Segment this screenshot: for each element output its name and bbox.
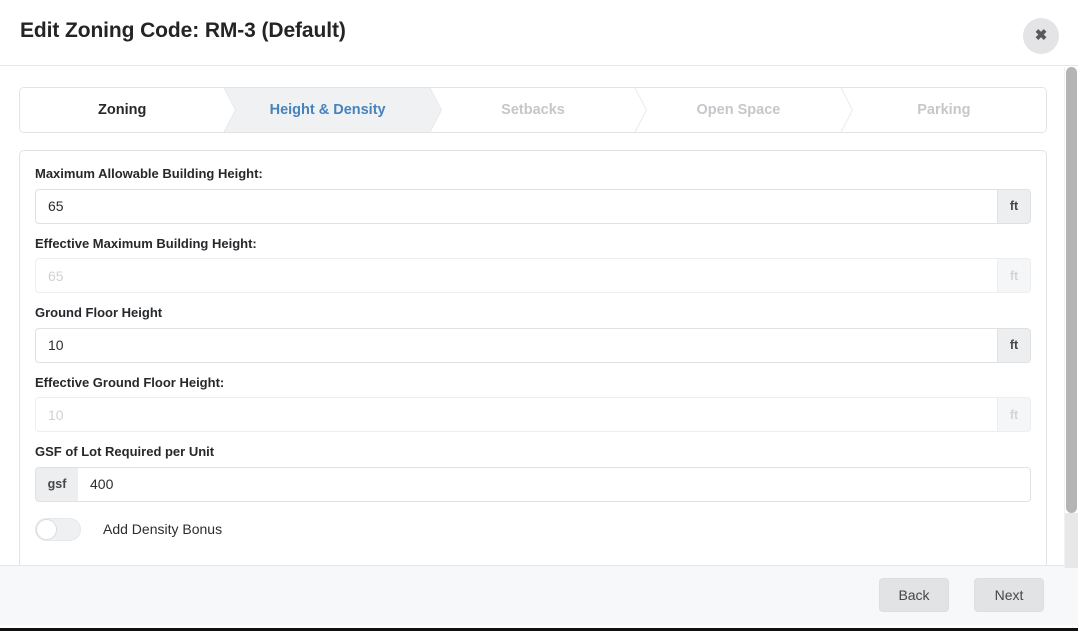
modal-header: Edit Zoning Code: RM-3 (Default) ✖ xyxy=(0,0,1078,66)
field-label: GSF of Lot Required per Unit xyxy=(35,444,215,460)
tab-setbacks[interactable]: Setbacks xyxy=(430,88,648,132)
next-button[interactable]: Next xyxy=(974,578,1044,612)
add-density-bonus-label: Add Density Bonus xyxy=(103,521,223,538)
wizard-tabs: Zoning Height & Density Setbacks Open Sp… xyxy=(19,87,1047,133)
field-maximum-allowable-building-height: Maximum Allowable Building Height: ft xyxy=(35,166,1031,224)
tab-label: Open Space xyxy=(696,102,781,118)
input-group: gsf xyxy=(35,466,1031,502)
close-button[interactable]: ✖ xyxy=(1023,18,1059,54)
chevron-right-icon xyxy=(428,88,441,132)
tab-label: Height & Density xyxy=(269,102,386,118)
chevron-right-icon xyxy=(634,88,647,132)
input-group: ft xyxy=(35,258,1031,294)
scrollbar-track-remainder[interactable] xyxy=(1065,513,1078,568)
page-title: Edit Zoning Code: RM-3 (Default) xyxy=(20,19,346,42)
tab-zoning[interactable]: Zoning xyxy=(20,88,237,132)
scrollbar-thumb[interactable] xyxy=(1066,67,1077,513)
vertical-scrollbar[interactable] xyxy=(1064,67,1078,568)
close-icon: ✖ xyxy=(1034,27,1048,44)
back-button[interactable]: Back xyxy=(879,578,949,612)
field-label: Effective Maximum Building Height: xyxy=(35,235,257,251)
modal-footer: Back Next xyxy=(0,565,1078,625)
input-group: ft xyxy=(35,188,1031,224)
tab-label: Zoning xyxy=(98,102,147,118)
unit-addon-ft: ft xyxy=(998,397,1031,433)
effective-ground-floor-height-input xyxy=(35,397,998,433)
chevron-right-icon xyxy=(223,88,236,132)
unit-addon-gsf: gsf xyxy=(35,466,78,502)
chevron-right-icon xyxy=(839,88,852,132)
unit-addon-ft: ft xyxy=(998,258,1031,294)
effective-maximum-building-height-input xyxy=(35,258,998,294)
field-ground-floor-height: Ground Floor Height ft xyxy=(35,305,1031,363)
toggle-knob xyxy=(36,518,57,540)
input-group: ft xyxy=(35,327,1031,363)
field-label: Effective Ground Floor Height: xyxy=(35,374,225,390)
unit-addon-ft: ft xyxy=(998,327,1031,363)
field-label: Ground Floor Height xyxy=(35,305,163,321)
ground-floor-height-input[interactable] xyxy=(35,327,998,363)
height-density-form: Maximum Allowable Building Height: ft Ef… xyxy=(19,150,1047,568)
field-gsf-of-lot-required-per-unit: GSF of Lot Required per Unit gsf xyxy=(35,444,1031,502)
modal-body: Zoning Height & Density Setbacks Open Sp… xyxy=(0,66,1078,568)
edit-zoning-code-modal: Edit Zoning Code: RM-3 (Default) ✖ Zonin… xyxy=(0,0,1078,631)
tab-label: Setbacks xyxy=(501,102,565,118)
field-label: Maximum Allowable Building Height: xyxy=(35,166,263,181)
maximum-allowable-building-height-input[interactable] xyxy=(35,188,998,224)
unit-addon-ft: ft xyxy=(998,188,1031,224)
tab-height-and-density[interactable]: Height & Density xyxy=(225,88,442,132)
tab-open-space[interactable]: Open Space xyxy=(636,88,853,132)
input-group: ft xyxy=(35,397,1031,433)
field-effective-ground-floor-height: Effective Ground Floor Height: ft xyxy=(35,375,1031,433)
field-effective-maximum-building-height: Effective Maximum Building Height: ft xyxy=(35,236,1031,294)
tab-label: Parking xyxy=(917,102,971,118)
add-density-bonus-toggle[interactable] xyxy=(35,517,81,541)
tab-parking[interactable]: Parking xyxy=(841,88,1046,132)
add-density-bonus-row: Add Density Bonus xyxy=(35,517,1031,541)
gsf-of-lot-required-per-unit-input[interactable] xyxy=(78,466,1031,502)
